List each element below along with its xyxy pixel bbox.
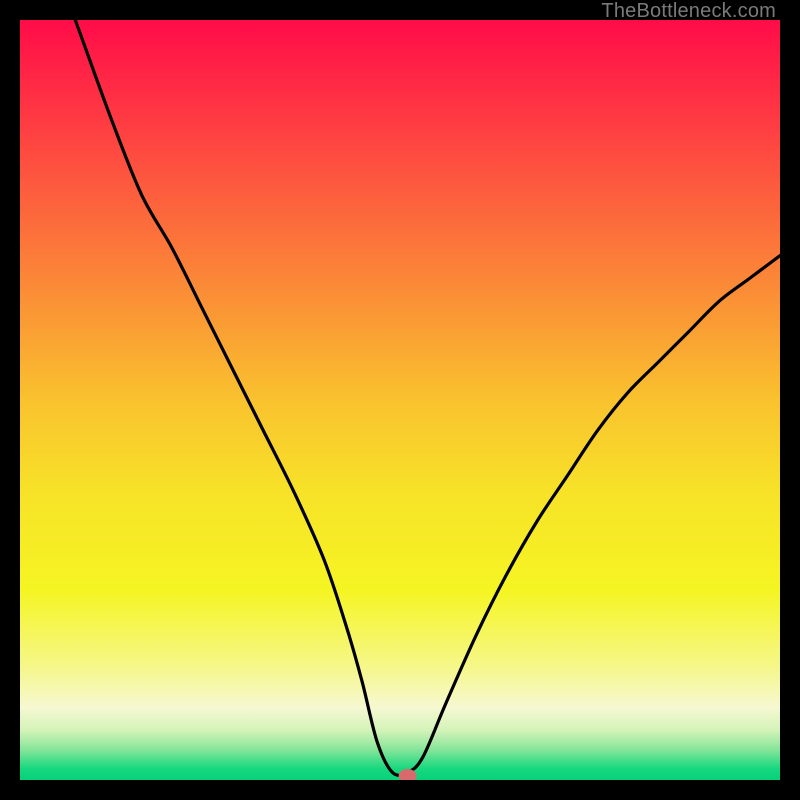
chart-background [20, 20, 780, 780]
watermark-text: TheBottleneck.com [601, 0, 776, 23]
bottleneck-chart [20, 20, 780, 780]
